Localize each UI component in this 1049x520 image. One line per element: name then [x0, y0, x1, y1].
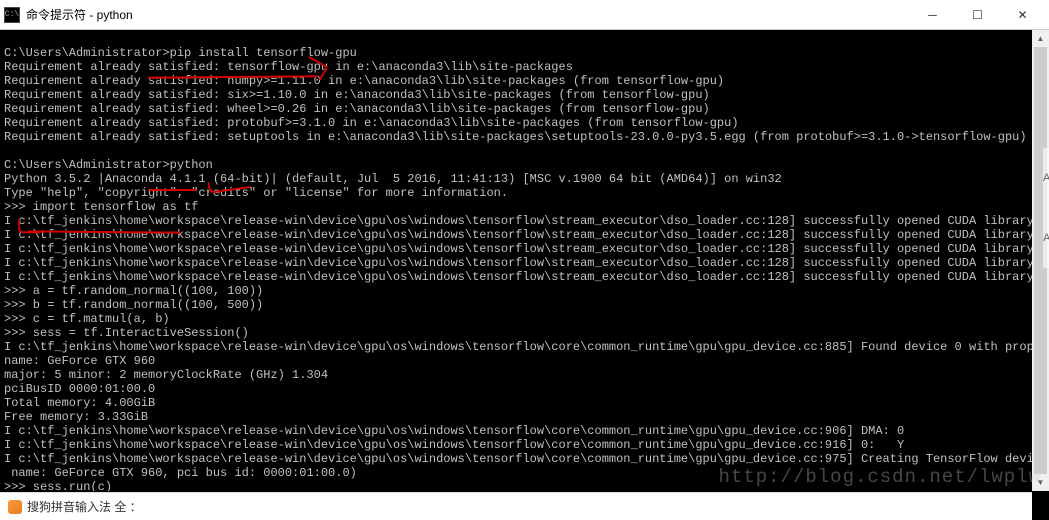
watermark-text: http://blog.csdn.net/lwplw	[719, 466, 1041, 488]
cmd-icon: C:\	[4, 7, 20, 23]
window-title-bar: C:\ 命令提示符 - python ─ ☐ ✕	[0, 0, 1049, 30]
terminal-line: Free memory: 3.33GiB	[4, 410, 148, 424]
terminal-line: I c:\tf_jenkins\home\workspace\release-w…	[4, 270, 1049, 284]
ime-label: 搜狗拼音输入法 全 ：	[27, 498, 142, 515]
sogou-icon	[8, 500, 22, 514]
terminal-line: Requirement already satisfied: protobuf>…	[4, 116, 739, 130]
terminal-line: Total memory: 4.00GiB	[4, 396, 155, 410]
terminal-line: C:\Users\Administrator>python	[4, 158, 213, 172]
terminal-line: I c:\tf_jenkins\home\workspace\release-w…	[4, 214, 1049, 228]
side-a1: A	[1043, 148, 1049, 208]
maximize-button[interactable]: ☐	[955, 0, 1000, 29]
side-a2: A	[1043, 208, 1049, 268]
terminal-line: >>> sess = tf.InteractiveSession()	[4, 326, 249, 340]
terminal-line: Requirement already satisfied: setuptool…	[4, 130, 1027, 144]
terminal-line: pciBusID 0000:01:00.0	[4, 382, 155, 396]
terminal-line: major: 5 minor: 2 memoryClockRate (GHz) …	[4, 368, 328, 382]
annotation-underline-python	[148, 187, 196, 191]
terminal-line: >>> b = tf.random_normal((100, 500))	[4, 298, 263, 312]
close-button[interactable]: ✕	[1000, 0, 1045, 29]
window-title: 命令提示符 - python	[26, 6, 910, 23]
terminal-line: I c:\tf_jenkins\home\workspace\release-w…	[4, 452, 1049, 466]
minimize-button[interactable]: ─	[910, 0, 955, 29]
terminal-line: Requirement already satisfied: six>=1.10…	[4, 88, 710, 102]
terminal-line: Requirement already satisfied: numpy>=1.…	[4, 74, 724, 88]
terminal-line: Python 3.5.2 |Anaconda 4.1.1 (64-bit)| (…	[4, 172, 782, 186]
terminal-line: I c:\tf_jenkins\home\workspace\release-w…	[4, 256, 1049, 270]
terminal-content[interactable]: C:\Users\Administrator>pip install tenso…	[0, 30, 1049, 491]
terminal-line: Requirement already satisfied: wheel>=0.…	[4, 102, 710, 116]
terminal-line: C:\Users\Administrator>pip install tenso…	[4, 46, 357, 60]
terminal-line: name: GeForce GTX 960	[4, 354, 155, 368]
terminal-line: >>> import tensorflow as tf	[4, 200, 198, 214]
terminal-line: Type "help", "copyright", "credits" or "…	[4, 186, 508, 200]
terminal-line: name: GeForce GTX 960, pci bus id: 0000:…	[4, 466, 357, 480]
terminal-line: >>> a = tf.random_normal((100, 100))	[4, 284, 263, 298]
terminal-line: I c:\tf_jenkins\home\workspace\release-w…	[4, 340, 1049, 354]
terminal-line: I c:\tf_jenkins\home\workspace\release-w…	[4, 242, 1049, 256]
terminal-line: >>> sess.run(c)	[4, 480, 112, 491]
terminal-line: >>> c = tf.matmul(a, b)	[4, 312, 170, 326]
ime-status-bar: 搜狗拼音输入法 全 ：	[0, 492, 1032, 520]
scroll-up-icon[interactable]: ▲	[1032, 30, 1049, 47]
terminal-line: I c:\tf_jenkins\home\workspace\release-w…	[4, 424, 904, 438]
terminal-line: I c:\tf_jenkins\home\workspace\release-w…	[4, 438, 904, 452]
window-controls: ─ ☐ ✕	[910, 0, 1045, 29]
side-indicator: A A	[1043, 148, 1049, 268]
